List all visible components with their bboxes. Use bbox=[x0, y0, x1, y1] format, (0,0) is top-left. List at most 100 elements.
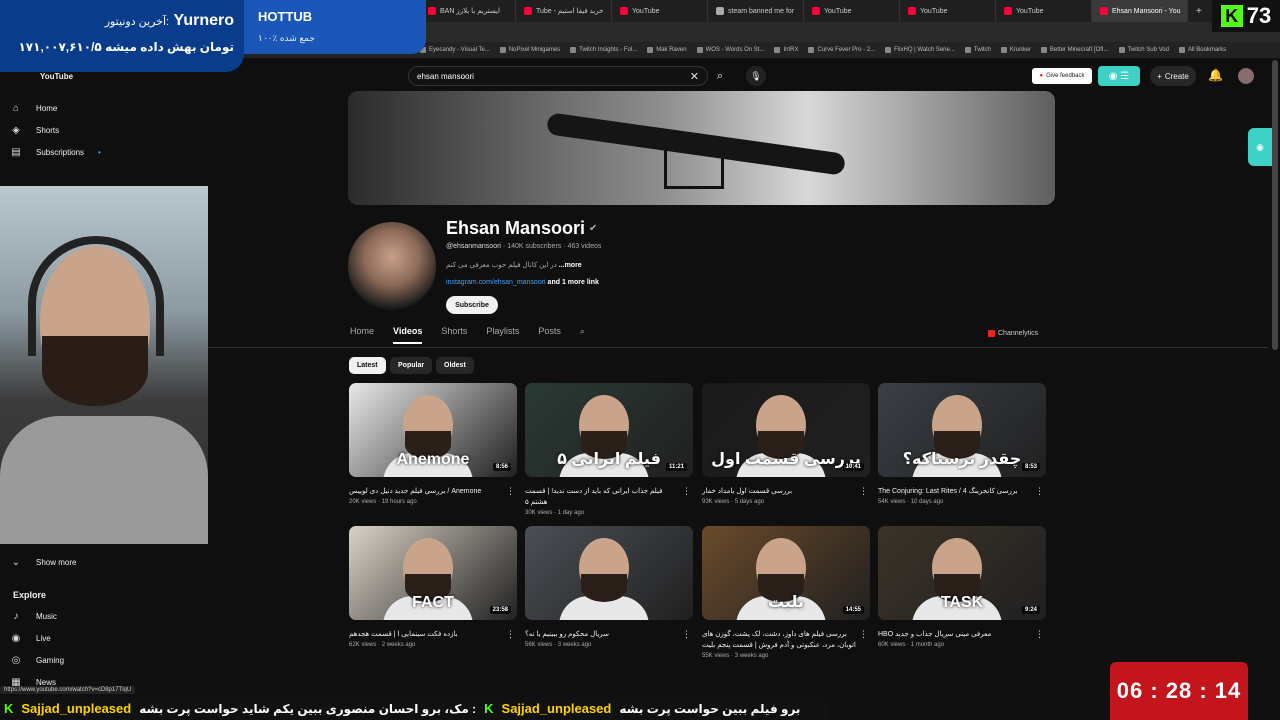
sidebar-item-home[interactable]: ⌂ Home bbox=[10, 102, 57, 114]
bookmark[interactable]: NoPixel Minigames bbox=[499, 47, 560, 53]
bookmark[interactable]: Eyecandy - Visual Te... bbox=[420, 47, 490, 53]
more-links[interactable]: and 1 more link bbox=[546, 279, 599, 286]
bookmark[interactable]: Krunker bbox=[1000, 47, 1031, 53]
video-thumbnail[interactable]: TASK 9:24 bbox=[878, 526, 1046, 620]
explore-heading: Explore bbox=[13, 590, 47, 600]
video-title[interactable]: سریال محکوم رو ببینیم یا نه؟ ⋮ bbox=[525, 629, 693, 640]
youtube-logo[interactable]: YouTube bbox=[40, 72, 73, 81]
side-extension-button[interactable]: ◉ bbox=[1248, 128, 1272, 166]
video-thumbnail[interactable]: چقدر ترسناکه؟ 8:53 bbox=[878, 383, 1046, 477]
clear-search-icon[interactable]: ✕ bbox=[690, 70, 699, 83]
video-card[interactable]: بررسی قسمت اول 10:41 بررسی قسمت اول بامداد… bbox=[702, 383, 870, 505]
bookmark[interactable]: Twitch Insights - Fol... bbox=[570, 47, 637, 53]
video-title[interactable]: بررسی فیلم جدید دنیل دی لوییس / Anemone ⋮ bbox=[349, 486, 517, 497]
tab-home[interactable]: Home bbox=[350, 326, 374, 344]
video-title[interactable]: بازده فکت سینمایی ا | قسمت هجدهم ⋮ bbox=[349, 629, 517, 640]
all-bookmarks[interactable]: All Bookmarks bbox=[1178, 47, 1226, 53]
more-options-icon[interactable]: ⋮ bbox=[506, 629, 515, 640]
bookmark[interactable]: Mak Raven bbox=[647, 47, 687, 53]
search-button[interactable]: ⌕ bbox=[708, 66, 732, 86]
notifications-bell-icon[interactable]: 🔔 bbox=[1208, 68, 1223, 82]
bookmark[interactable]: Curve Fever Pro - 2... bbox=[808, 47, 875, 53]
more-options-icon[interactable]: ⋮ bbox=[506, 486, 515, 497]
video-meta: 54K views · 10 days ago bbox=[878, 499, 944, 505]
video-meta: 20K views · 19 hours ago bbox=[349, 499, 417, 505]
chat-message: مک، برو احسان منصوری ببین یکم شاید حواست… bbox=[139, 701, 477, 716]
browser-tab[interactable]: YouTube bbox=[612, 0, 708, 22]
bookmark-icon bbox=[570, 47, 577, 53]
channel-avatar[interactable] bbox=[348, 222, 436, 310]
video-thumbnail[interactable]: بررسی قسمت اول 10:41 bbox=[702, 383, 870, 477]
voice-search-button[interactable]: 🎙 bbox=[746, 66, 766, 86]
video-title[interactable]: HBO معرفی مینی سریال جذاب و جدید ⋮ bbox=[878, 629, 1046, 640]
filter-latest[interactable]: Latest bbox=[349, 357, 386, 374]
create-button[interactable]: + Create bbox=[1150, 66, 1196, 86]
video-card[interactable]: بلیت 14:55 بررسی فیلم های داوز، دشت، لک پش… bbox=[702, 526, 870, 659]
tab-posts[interactable]: Posts bbox=[538, 326, 561, 344]
give-feedback-button[interactable]: ● Give feedback bbox=[1032, 68, 1092, 84]
video-thumbnail[interactable]: ۵ فیلم ایرانی 11:21 bbox=[525, 383, 693, 477]
filter-oldest[interactable]: Oldest bbox=[436, 357, 474, 374]
browser-tab[interactable]: YouTube bbox=[900, 0, 996, 22]
kick-chat-icon: K bbox=[4, 701, 14, 716]
video-title[interactable]: بررسی فیلم های داوز، دشت، لک پشت، گوزن ه… bbox=[702, 629, 870, 651]
tab-shorts[interactable]: Shorts bbox=[441, 326, 467, 344]
browser-tab-active[interactable]: Ehsan Mansoori - You bbox=[1092, 0, 1188, 22]
bookmark[interactable]: FlixHQ | Watch Serie... bbox=[885, 47, 955, 53]
description-more-link[interactable]: ...more bbox=[559, 262, 582, 269]
bookmark[interactable]: Twitch Sub Vod bbox=[1118, 47, 1169, 53]
video-card[interactable]: سریال محکوم رو ببینیم یا نه؟ ⋮ 56K views ·… bbox=[525, 526, 693, 648]
more-options-icon[interactable]: ⋮ bbox=[682, 486, 691, 497]
new-tab-icon[interactable]: + bbox=[1188, 6, 1202, 17]
more-options-icon[interactable]: ⋮ bbox=[859, 486, 868, 497]
more-options-icon[interactable]: ⋮ bbox=[859, 629, 868, 640]
more-options-icon[interactable]: ⋮ bbox=[1035, 486, 1044, 497]
browser-tab[interactable]: steam banned me for bbox=[708, 0, 804, 22]
video-thumbnail[interactable]: بلیت 14:55 bbox=[702, 526, 870, 620]
tab-playlists[interactable]: Playlists bbox=[486, 326, 519, 344]
video-card[interactable]: چقدر ترسناکه؟ 8:53 The Conjuring: Last Rit… bbox=[878, 383, 1046, 505]
browser-tab[interactable]: BAN ایستریم با بلازز bbox=[420, 0, 516, 22]
video-title[interactable]: بررسی قسمت اول بامداد خمار ⋮ bbox=[702, 486, 870, 497]
video-card[interactable]: TASK 9:24 HBO معرفی مینی سریال جذاب و جدید… bbox=[878, 526, 1046, 648]
instagram-link[interactable]: instagram.com/ehsan_mansoori bbox=[446, 279, 546, 286]
sidebar-item-subscriptions[interactable]: ▤ Subscriptions • bbox=[10, 146, 101, 158]
channel-search-icon[interactable]: ⌕ bbox=[580, 326, 585, 344]
tab-videos[interactable]: Videos bbox=[393, 326, 423, 344]
sidebar-item-shorts[interactable]: ◈ Shorts bbox=[10, 124, 59, 136]
video-thumbnail[interactable]: Anemone 8:56 bbox=[349, 383, 517, 477]
sidebar-item-gaming[interactable]: ◎ Gaming bbox=[10, 654, 64, 666]
account-avatar[interactable] bbox=[1238, 68, 1254, 84]
channelytics-button[interactable]: Channelytics bbox=[988, 330, 1038, 337]
channel-links[interactable]: instagram.com/ehsan_mansoori and 1 more … bbox=[446, 279, 599, 286]
extension-menu-button[interactable]: ◉ ☰ bbox=[1098, 66, 1140, 86]
sidebar-item-music[interactable]: ♪ Music bbox=[10, 610, 57, 622]
video-title[interactable]: The Conjuring: Last Rites / بررسی کانجری… bbox=[878, 486, 1046, 497]
bookmark[interactable]: IntRX bbox=[774, 47, 798, 53]
bookmark[interactable]: Twitch bbox=[964, 47, 991, 53]
video-thumbnail[interactable] bbox=[525, 526, 693, 620]
bookmark[interactable]: Better Minecraft [OfI... bbox=[1040, 47, 1109, 53]
channel-name: Ehsan Mansoori ✔ bbox=[446, 218, 598, 238]
search-box[interactable]: ✕ bbox=[408, 66, 708, 86]
subscribe-button[interactable]: Subscribe bbox=[446, 296, 498, 314]
page-scrollbar[interactable] bbox=[1272, 60, 1278, 350]
channel-description[interactable]: در این کانال فیلم خوب معرفی می کنم ...mo… bbox=[446, 261, 582, 269]
browser-tab[interactable]: Tube - خرید فیفا استیم bbox=[516, 0, 612, 22]
browser-tab[interactable]: YouTube bbox=[804, 0, 900, 22]
bookmark[interactable]: WOS - Words On St... bbox=[696, 47, 764, 53]
tab-label: YouTube bbox=[632, 7, 660, 15]
browser-tab[interactable]: YouTube bbox=[996, 0, 1092, 22]
video-thumbnail[interactable]: FACT 23:58 bbox=[349, 526, 517, 620]
more-options-icon[interactable]: ⋮ bbox=[682, 629, 691, 640]
filter-popular[interactable]: Popular bbox=[390, 357, 433, 374]
video-card[interactable]: Anemone 8:56 بررسی فیلم جدید دنیل دی لوییس… bbox=[349, 383, 517, 505]
video-card[interactable]: ۵ فیلم ایرانی 11:21 فیلم جذاب ایرانی که با… bbox=[525, 383, 693, 516]
search-input[interactable] bbox=[417, 71, 667, 81]
sidebar-item-live[interactable]: ◉ Live bbox=[10, 632, 51, 644]
show-more-button[interactable]: ⌄ Show more bbox=[10, 556, 77, 568]
video-title[interactable]: فیلم جذاب ایرانی که باید از دست ندید! | … bbox=[525, 486, 693, 508]
bookmark-icon bbox=[499, 47, 506, 53]
more-options-icon[interactable]: ⋮ bbox=[1035, 629, 1044, 640]
video-card[interactable]: FACT 23:58 بازده فکت سینمایی ا | قسمت هجده… bbox=[349, 526, 517, 648]
